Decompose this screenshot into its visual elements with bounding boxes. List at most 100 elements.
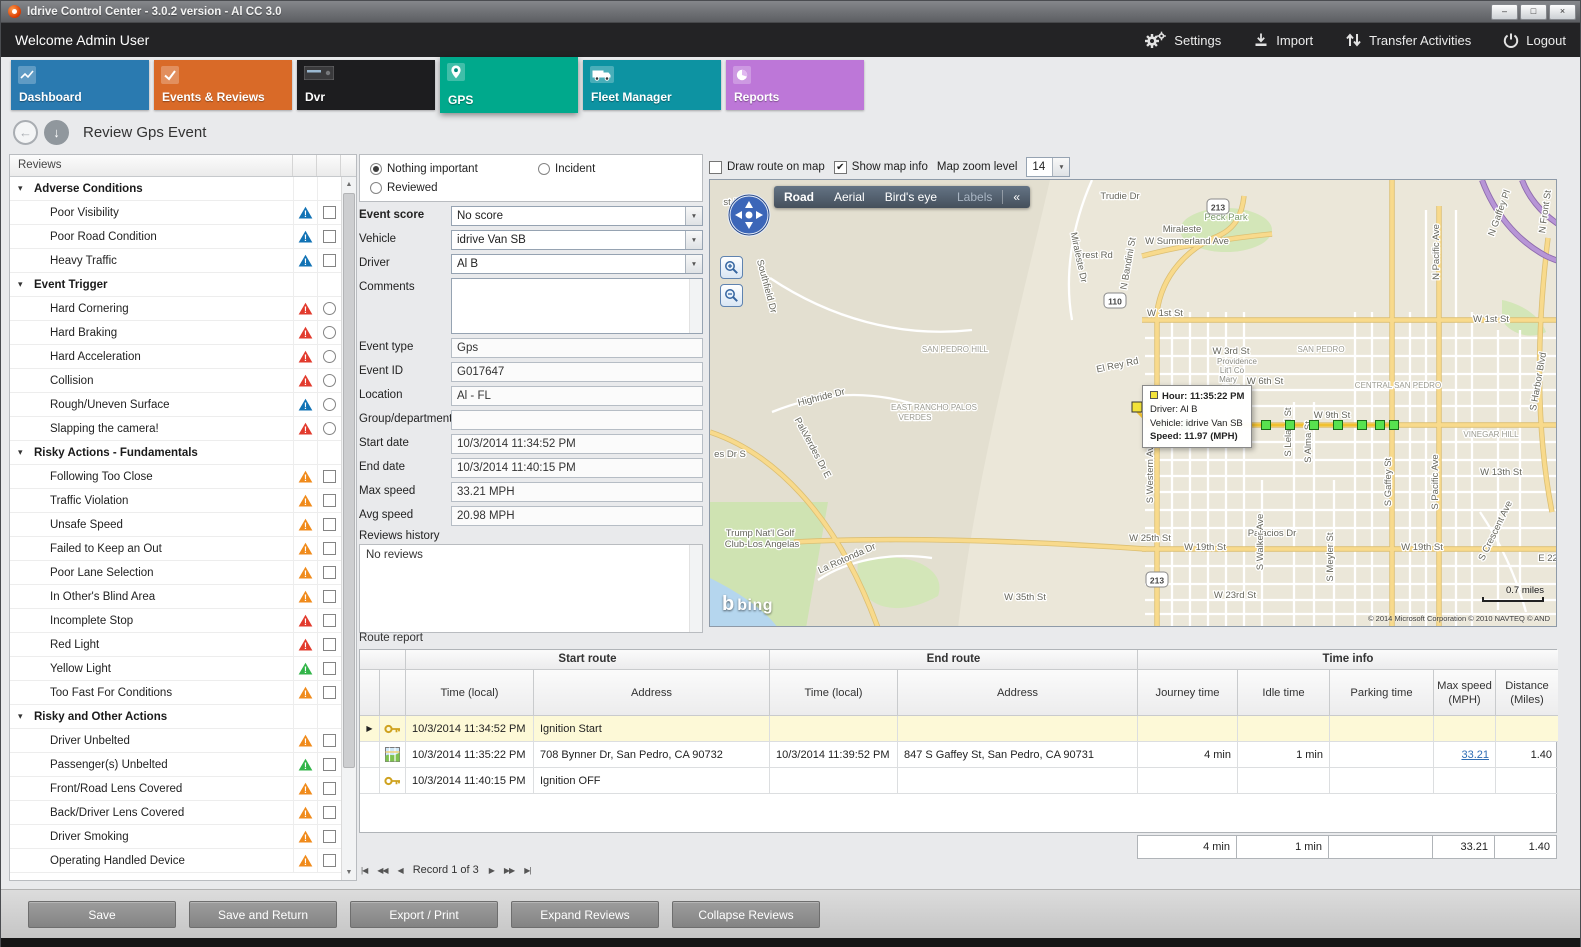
back-button[interactable]: ← — [13, 120, 38, 145]
tab-dashboard[interactable]: Dashboard — [11, 60, 149, 110]
review-item-row[interactable]: Slapping the camera!! — [10, 417, 341, 441]
column-header-time-local[interactable]: Time (local) — [406, 670, 534, 716]
radio-unselected-icon[interactable] — [370, 182, 382, 194]
checkbox-checked-icon[interactable]: ✔ — [834, 161, 847, 174]
route-row[interactable]: ▶ 10/3/2014 11:34:52 PM Ignition Start — [360, 716, 1556, 742]
review-item-row[interactable]: In Other's Blind Area! — [10, 585, 341, 609]
map-style-bird-s-eye[interactable]: Bird's eye — [875, 187, 947, 207]
last-record-button[interactable]: ▶| — [524, 866, 530, 875]
zoom-out-button[interactable] — [720, 284, 743, 307]
review-checkbox[interactable] — [323, 254, 336, 267]
review-radio[interactable] — [323, 398, 336, 411]
column-header-max-speed-mph[interactable]: Max speed (MPH) — [1434, 670, 1496, 716]
tab-gps[interactable]: GPS — [440, 57, 578, 113]
zoom-in-button[interactable] — [720, 256, 743, 279]
tab-fleet[interactable]: Fleet Manager — [583, 60, 721, 110]
scrollbar[interactable] — [689, 279, 702, 333]
scroll-down-icon[interactable]: ▼ — [342, 865, 356, 880]
review-checkbox[interactable] — [323, 806, 336, 819]
settings-button[interactable]: Settings — [1143, 31, 1221, 49]
vehicle-select[interactable]: idrive Van SB▼ — [451, 230, 703, 250]
review-item-row[interactable]: Failed to Keep an Out! — [10, 537, 341, 561]
radio-unselected-icon[interactable] — [538, 163, 550, 175]
column-header-address[interactable]: Address — [898, 670, 1138, 716]
prev-page-button[interactable]: ◀◀ — [377, 866, 387, 875]
column-header-time-local[interactable]: Time (local) — [770, 670, 898, 716]
show-map-info-checkbox[interactable]: ✔ Show map info — [834, 161, 928, 174]
review-item-row[interactable]: Passenger(s) Unbelted! — [10, 753, 341, 777]
review-item-row[interactable]: Poor Road Condition! — [10, 225, 341, 249]
save-and-return-button[interactable]: Save and Return — [189, 901, 337, 928]
review-radio[interactable] — [323, 326, 336, 339]
route-row[interactable]: 10/3/2014 11:35:22 PM 708 Bynner Dr, San… — [360, 742, 1556, 768]
review-radio[interactable] — [323, 374, 336, 387]
review-item-row[interactable]: Back/Driver Lens Covered! — [10, 801, 341, 825]
next-page-button[interactable]: ▶▶ — [504, 866, 514, 875]
tab-events[interactable]: Events & Reviews — [154, 60, 292, 110]
review-checkbox[interactable] — [323, 638, 336, 651]
route-row[interactable]: 10/3/2014 11:40:15 PM Ignition OFF — [360, 768, 1556, 794]
export-print-button[interactable]: Export / Print — [350, 901, 498, 928]
collapse-caret-icon[interactable]: ▾ — [18, 279, 28, 290]
minimize-button[interactable]: – — [1491, 4, 1518, 20]
reviews-scrollbar[interactable]: ▲ ▼ — [341, 177, 356, 880]
column-header-distance-miles[interactable]: Distance (Miles) — [1496, 670, 1558, 716]
review-radio[interactable] — [323, 302, 336, 315]
reviews-history-scrollbar[interactable] — [689, 545, 702, 632]
prev-record-button[interactable]: ◀ — [398, 866, 403, 875]
review-checkbox[interactable] — [323, 518, 336, 531]
map-style-aerial[interactable]: Aerial — [824, 187, 875, 207]
review-group-row[interactable]: ▾Adverse Conditions — [10, 177, 341, 201]
review-item-row[interactable]: Traffic Violation! — [10, 489, 341, 513]
review-item-row[interactable]: Driver Unbelted! — [10, 729, 341, 753]
dropdown-arrow-icon[interactable]: ▼ — [685, 207, 702, 225]
draw-route-checkbox[interactable]: Draw route on map — [709, 161, 825, 174]
collapse-caret-icon[interactable]: ▾ — [18, 183, 28, 194]
save-button[interactable]: Save — [28, 901, 176, 928]
scroll-up-icon[interactable]: ▲ — [342, 177, 356, 192]
map-style-road[interactable]: Road — [774, 187, 824, 207]
driver-select[interactable]: Al B▼ — [451, 254, 703, 274]
review-group-row[interactable]: ▾Risky Actions - Fundamentals — [10, 441, 341, 465]
review-checkbox[interactable] — [323, 230, 336, 243]
review-checkbox[interactable] — [323, 470, 336, 483]
review-checkbox[interactable] — [323, 686, 336, 699]
review-item-row[interactable]: Hard Braking! — [10, 321, 341, 345]
map-style-labels[interactable]: Labels — [947, 187, 1002, 207]
review-group-row[interactable]: ▾Event Trigger — [10, 273, 341, 297]
collapse-caret-icon[interactable]: ▾ — [18, 711, 28, 722]
review-checkbox[interactable] — [323, 734, 336, 747]
maximize-button[interactable]: □ — [1520, 4, 1547, 20]
review-item-row[interactable]: Hard Acceleration! — [10, 345, 341, 369]
review-item-row[interactable]: Operating Handled Device! — [10, 849, 341, 873]
review-item-row[interactable]: Red Light! — [10, 633, 341, 657]
classification-reviewed[interactable]: Reviewed — [370, 182, 438, 194]
transfer-button[interactable]: Transfer Activities — [1345, 32, 1471, 48]
first-record-button[interactable]: |◀ — [361, 866, 367, 875]
dropdown-arrow-icon[interactable]: ▼ — [685, 255, 702, 273]
map-zoom-select[interactable]: 14 ▼ — [1026, 157, 1070, 177]
review-checkbox[interactable] — [323, 614, 336, 627]
review-checkbox[interactable] — [323, 494, 336, 507]
review-item-row[interactable]: Rough/Uneven Surface! — [10, 393, 341, 417]
review-item-row[interactable]: Too Fast For Conditions! — [10, 681, 341, 705]
close-button[interactable]: × — [1549, 4, 1576, 20]
review-checkbox[interactable] — [323, 758, 336, 771]
column-header-address[interactable]: Address — [534, 670, 770, 716]
review-checkbox[interactable] — [323, 566, 336, 579]
radio-selected-icon[interactable] — [370, 163, 382, 175]
next-record-button[interactable]: ▶ — [489, 866, 494, 875]
review-item-row[interactable]: Poor Lane Selection! — [10, 561, 341, 585]
review-item-row[interactable]: Incomplete Stop! — [10, 609, 341, 633]
column-header-idle-time[interactable]: Idle time — [1238, 670, 1330, 716]
review-item-row[interactable]: Driver Smoking! — [10, 825, 341, 849]
comments-input[interactable] — [451, 278, 703, 334]
review-item-row[interactable]: Heavy Traffic! — [10, 249, 341, 273]
down-button[interactable]: ↓ — [44, 120, 69, 145]
review-item-row[interactable]: Yellow Light! — [10, 657, 341, 681]
column-header-parking-time[interactable]: Parking time — [1330, 670, 1434, 716]
review-checkbox[interactable] — [323, 830, 336, 843]
review-checkbox[interactable] — [323, 206, 336, 219]
expand-reviews-button[interactable]: Expand Reviews — [511, 901, 659, 928]
dropdown-arrow-icon[interactable]: ▼ — [685, 231, 702, 249]
